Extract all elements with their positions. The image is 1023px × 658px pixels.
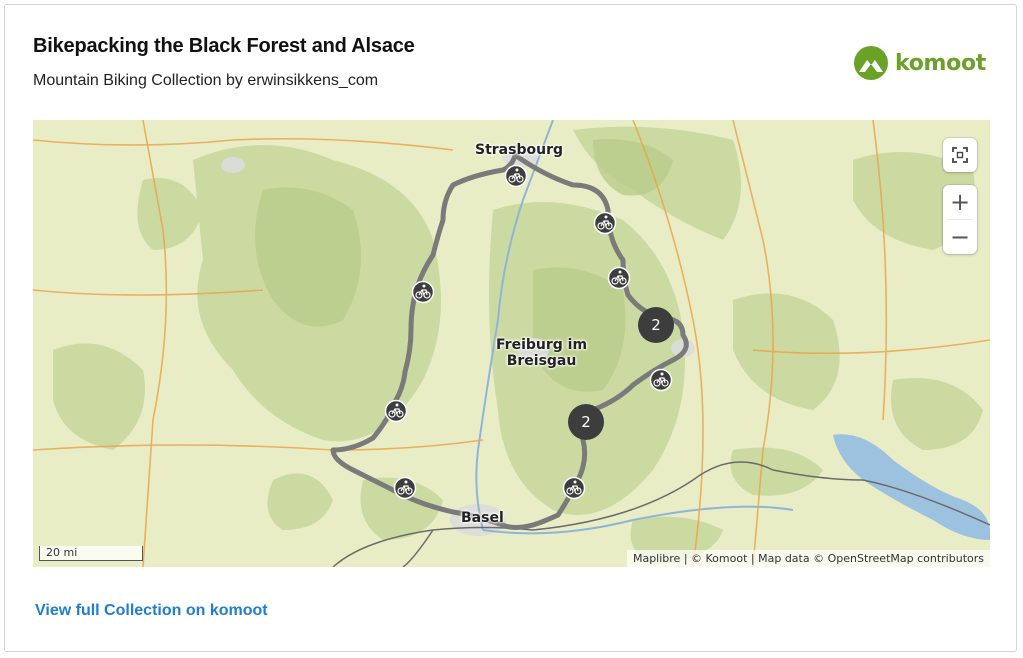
route-markers (384, 164, 673, 500)
fullscreen-icon (952, 147, 968, 163)
mountain-bike-icon[interactable] (649, 368, 673, 392)
mountain-bike-icon[interactable] (607, 266, 631, 290)
komoot-wordmark: komoot (895, 50, 987, 76)
collection-title: Bikepacking the Black Forest and Alsace (33, 35, 415, 57)
view-collection-link[interactable]: View full Collection on komoot (35, 602, 268, 620)
mountain-bike-icon[interactable] (504, 164, 528, 188)
fullscreen-control (943, 138, 977, 172)
komoot-mountain-icon (854, 46, 888, 80)
collection-subtitle: Mountain Biking Collection by erwinsikke… (33, 72, 379, 89)
map-scale: 20 mi (39, 546, 143, 561)
mountain-bike-icon[interactable] (393, 476, 417, 500)
zoom-out-button[interactable]: − (943, 220, 977, 254)
mountain-bike-icon[interactable] (384, 399, 408, 423)
route-cluster[interactable]: 2 (638, 307, 674, 343)
mountain-bike-icon[interactable] (562, 476, 586, 500)
mountain-bike-icon[interactable] (411, 280, 435, 304)
komoot-logo[interactable]: komoot (853, 45, 986, 81)
fullscreen-button[interactable] (943, 138, 977, 172)
collection-card: Bikepacking the Black Forest and Alsace … (4, 4, 1017, 652)
zoom-control: + − (943, 185, 977, 254)
zoom-in-button[interactable]: + (943, 185, 977, 219)
route-cluster[interactable]: 2 (568, 404, 604, 440)
map-view[interactable]: Strasbourg Freiburg im Breisgau Basel 2 … (33, 120, 990, 567)
map-attribution[interactable]: Maplibre | © Komoot | Map data © OpenStr… (626, 550, 990, 567)
mountain-bike-icon[interactable] (593, 211, 617, 235)
